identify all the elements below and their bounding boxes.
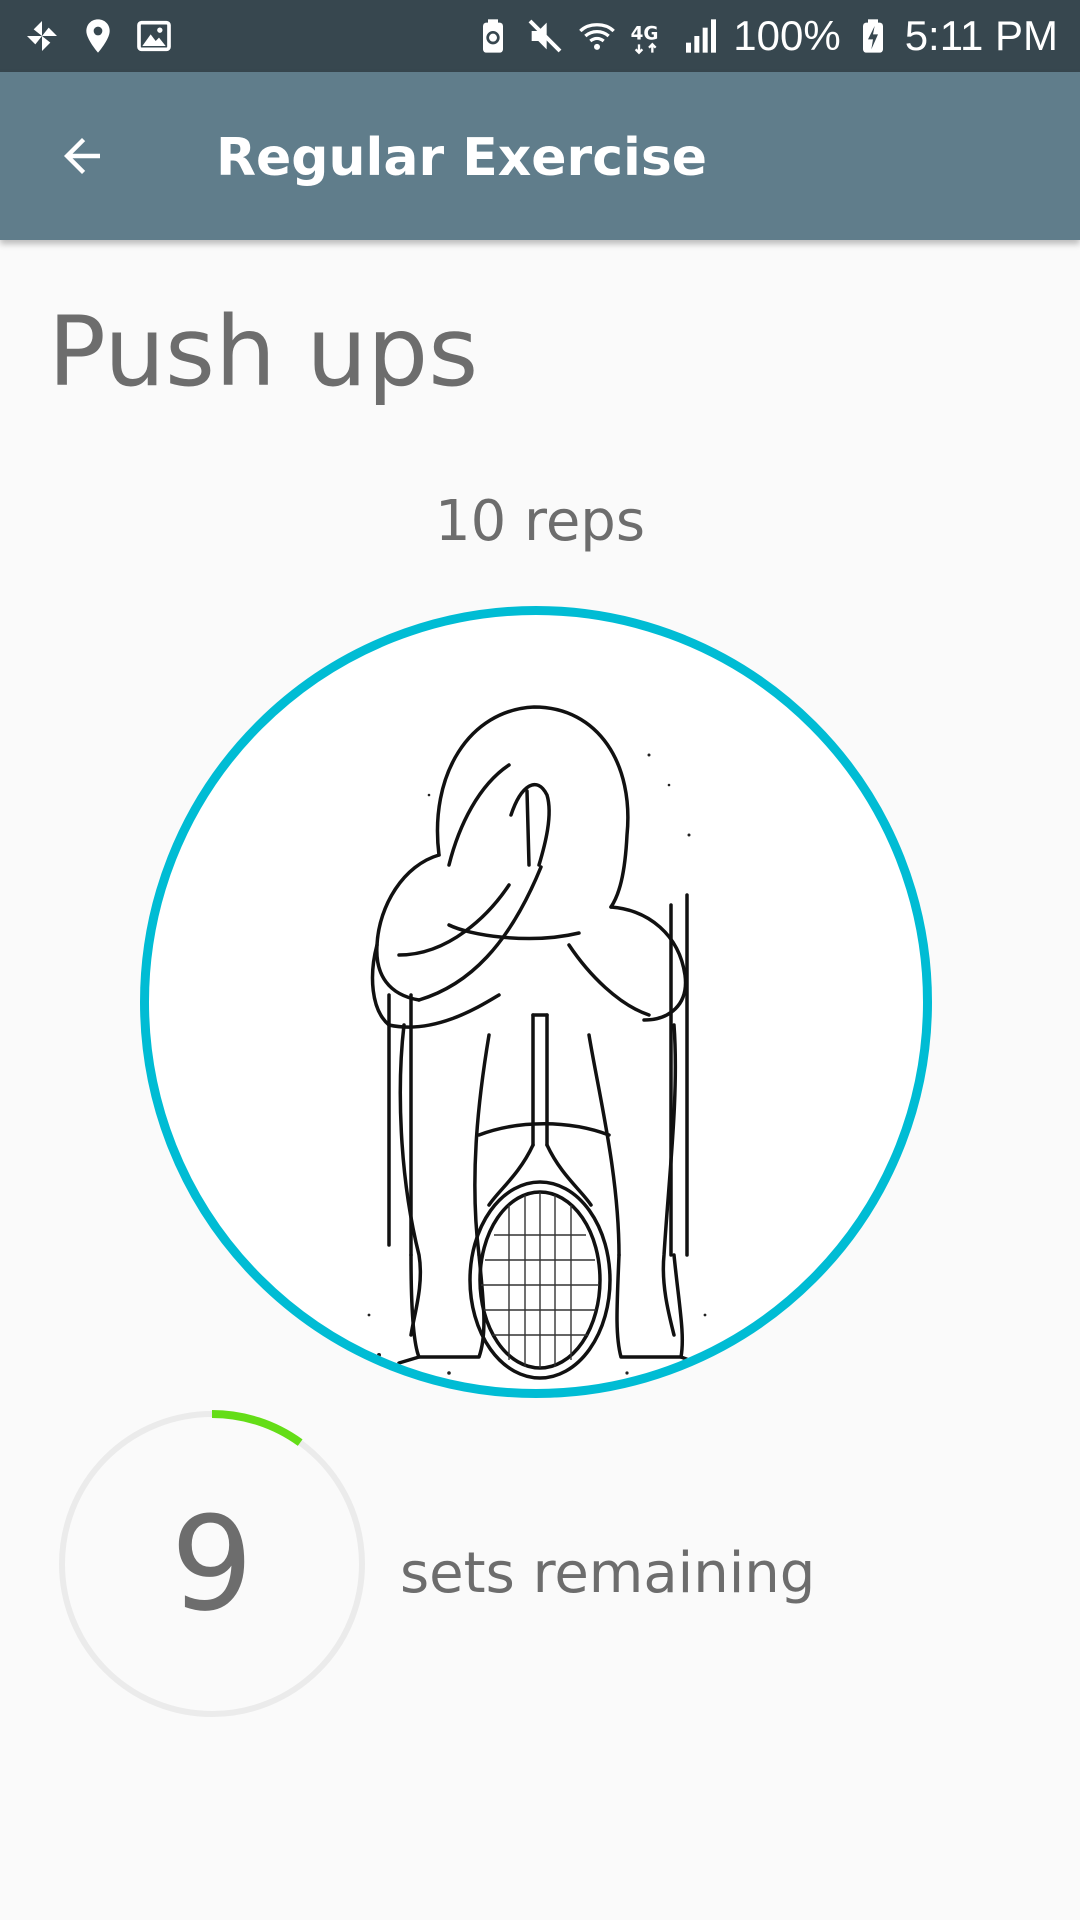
tennis-player-sketch-illustration — [367, 705, 707, 1380]
charging-battery-icon — [862, 19, 883, 53]
exercise-image — [140, 606, 932, 1398]
clock: 5:11 PM — [904, 12, 1058, 59]
battery-percent: 100% — [733, 12, 841, 59]
lte-4g-icon: 4G — [631, 23, 659, 55]
svg-text:4G: 4G — [631, 23, 659, 44]
exercise-title: Push ups — [48, 296, 479, 408]
sets-remaining-count: 9 — [170, 1488, 254, 1640]
image-icon — [137, 20, 171, 52]
status-left-icons — [22, 14, 174, 58]
recycle-battery-icon — [483, 19, 504, 53]
pinwheel-icon — [27, 21, 57, 51]
reps-label: 10 reps — [434, 489, 646, 554]
back-button[interactable] — [42, 116, 122, 196]
status-bar: 4G 100% 5:11 PM — [0, 0, 1080, 72]
status-right-icons: 4G 100% 5:11 PM — [473, 10, 1058, 62]
arrow-left-icon — [64, 138, 100, 174]
wifi-icon — [579, 23, 616, 50]
mute-icon — [528, 19, 562, 53]
app-title: Regular Exercise — [216, 128, 708, 188]
signal-icon — [686, 19, 717, 53]
app-bar: Regular Exercise — [0, 72, 1080, 240]
location-pin-icon — [86, 19, 110, 53]
sets-remaining-label: sets remaining — [400, 1541, 816, 1606]
